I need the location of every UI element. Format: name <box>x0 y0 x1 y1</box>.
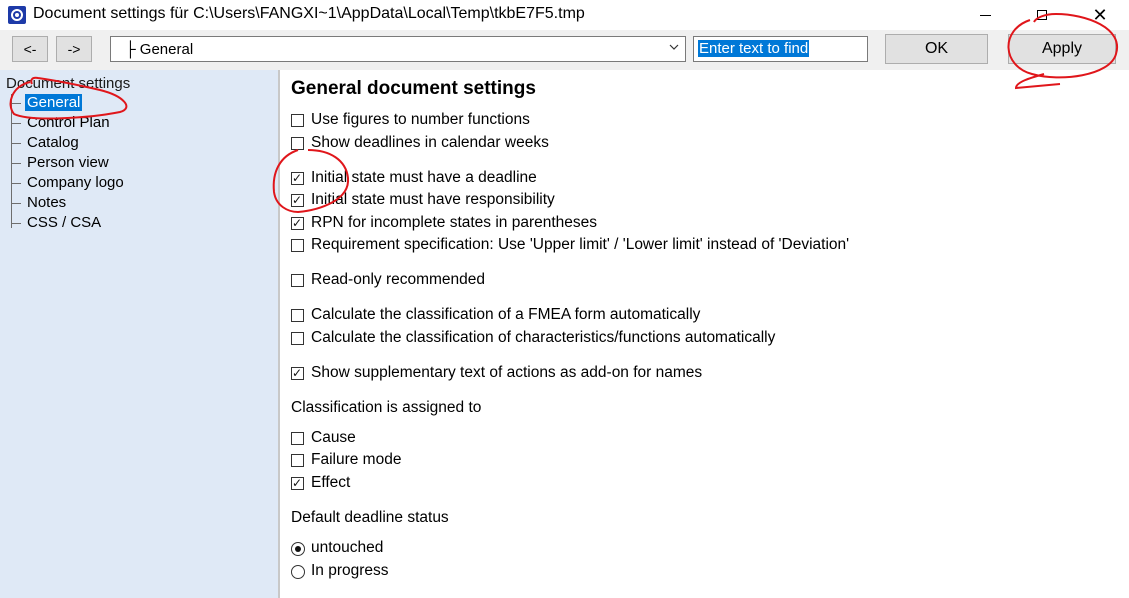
back-button[interactable]: <- <box>12 36 48 62</box>
maximize-button[interactable] <box>1019 0 1065 30</box>
radio-button[interactable] <box>291 565 305 579</box>
checkbox[interactable] <box>291 309 304 322</box>
checkbox[interactable] <box>291 332 304 345</box>
title-bar: Document settings für C:\Users\FANGXI~1\… <box>0 0 1129 30</box>
checkbox[interactable]: ✓ <box>291 171 304 185</box>
forward-button[interactable]: -> <box>56 36 92 62</box>
tree-connector <box>11 94 12 228</box>
radio-button[interactable] <box>291 542 305 556</box>
settings-panel: General document settings Use figures to… <box>283 70 1129 598</box>
checkbox[interactable] <box>291 274 304 287</box>
checkbox[interactable] <box>291 454 304 467</box>
checkbox[interactable] <box>291 239 304 252</box>
app-icon <box>8 6 26 24</box>
page-select-value: ├ General <box>125 41 194 58</box>
deadline-status-label: Default deadline status <box>291 509 449 526</box>
tree-root[interactable]: Document settings <box>6 75 130 92</box>
checkbox[interactable] <box>291 432 304 445</box>
maximize-icon <box>1037 10 1047 20</box>
page-title: General document settings <box>291 78 536 99</box>
search-input-text: Enter text to find <box>698 40 810 57</box>
checkbox[interactable]: ✓ <box>291 476 304 490</box>
checkbox[interactable]: ✓ <box>291 366 304 380</box>
window-title: Document settings für C:\Users\FANGXI~1\… <box>33 5 585 22</box>
page-select[interactable]: ├ General <box>110 36 686 62</box>
close-button[interactable]: ✕ <box>1077 0 1123 30</box>
settings-tree: Document settings General Control Plan C… <box>0 70 280 598</box>
checkbox[interactable]: ✓ <box>291 216 304 230</box>
ok-button[interactable]: OK <box>885 34 988 64</box>
chevron-down-icon <box>669 44 679 50</box>
search-input[interactable]: Enter text to find <box>693 36 868 62</box>
checkbox[interactable]: ✓ <box>291 193 304 207</box>
checkbox[interactable] <box>291 114 304 127</box>
checkbox[interactable] <box>291 137 304 150</box>
minimize-button[interactable] <box>962 0 1008 30</box>
classification-label: Classification is assigned to <box>291 399 482 416</box>
minimize-icon <box>979 14 991 16</box>
toolbar: <- -> ├ General Enter text to find OK Ap… <box>0 30 1129 70</box>
apply-button[interactable]: Apply <box>1008 34 1116 64</box>
close-icon: ✕ <box>1092 5 1108 25</box>
